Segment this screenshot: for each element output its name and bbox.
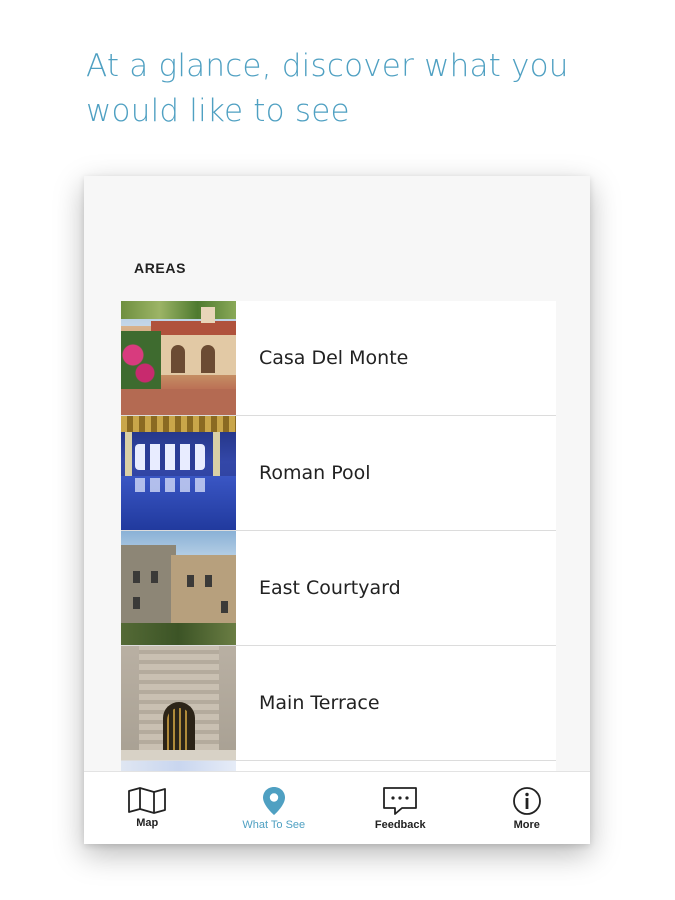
list-item-label: East Courtyard (259, 577, 401, 599)
section-title-areas: AREAS (134, 260, 187, 276)
chat-bubble-icon (382, 786, 418, 816)
promo-headline: At a glance, discover what you would lik… (86, 44, 606, 134)
areas-list[interactable]: Casa Del Monte Roman Pool East Courtyard… (121, 301, 556, 771)
tab-more[interactable]: More (464, 772, 591, 844)
list-item-main-terrace[interactable]: Main Terrace (121, 646, 556, 761)
tab-label: What To See (242, 819, 306, 831)
tab-what-to-see[interactable]: What To See (211, 772, 338, 844)
app-screen: AREAS Casa Del Monte Roman Pool East Cou… (84, 176, 590, 844)
tab-label: Feedback (374, 819, 426, 831)
info-icon (512, 786, 542, 816)
list-item-label: Roman Pool (259, 462, 371, 484)
tab-feedback[interactable]: Feedback (337, 772, 464, 844)
east-courtyard-thumbnail (121, 531, 236, 645)
list-item-label: Casa Del Monte (259, 347, 409, 369)
list-item-partial[interactable] (121, 761, 556, 771)
list-item-casa-del-monte[interactable]: Casa Del Monte (121, 301, 556, 416)
partial-thumbnail (121, 761, 236, 771)
main-terrace-thumbnail (121, 646, 236, 760)
app-store-screenshot: At a glance, discover what you would lik… (0, 0, 675, 900)
tab-label: More (513, 819, 540, 831)
headline-line-2: would like to see (86, 93, 350, 129)
roman-pool-thumbnail (121, 416, 236, 530)
list-item-east-courtyard[interactable]: East Courtyard (121, 531, 556, 646)
map-icon (127, 786, 167, 814)
headline-line-1: At a glance, discover what you (86, 48, 569, 84)
location-pin-icon (261, 786, 287, 816)
list-item-label: Main Terrace (259, 692, 380, 714)
tab-map[interactable]: Map (84, 772, 211, 844)
bottom-tab-bar: Map What To See Feedback More (84, 771, 590, 844)
tab-label: Map (136, 817, 159, 829)
casa-del-monte-thumbnail (121, 301, 236, 415)
list-item-roman-pool[interactable]: Roman Pool (121, 416, 556, 531)
